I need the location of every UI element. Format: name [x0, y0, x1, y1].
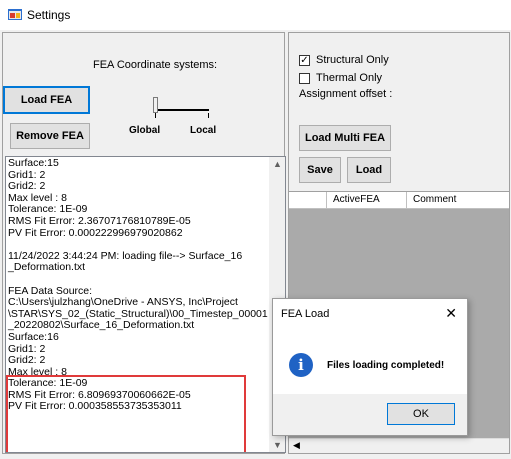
load-fea-button[interactable]: Load FEA — [3, 86, 90, 114]
scroll-down-icon[interactable]: ▼ — [273, 440, 282, 450]
log-line: Grid2: 2 — [8, 354, 46, 367]
structural-only-checkbox[interactable]: ✓ — [299, 55, 310, 66]
grid-col-comment[interactable]: Comment — [407, 192, 509, 209]
assignment-offset-label: Assignment offset : — [299, 88, 393, 100]
slider-label-global: Global — [129, 125, 161, 136]
grid-col-blank[interactable] — [289, 192, 327, 209]
log-line: PV Fit Error: 0.000222996979020862 — [8, 226, 183, 239]
thermal-only-checkbox[interactable] — [299, 73, 310, 84]
scroll-left-icon[interactable]: ◀ — [293, 440, 300, 451]
save-button[interactable]: Save — [299, 157, 341, 183]
dialog-footer: OK — [273, 394, 467, 435]
log-line: Grid1: 2 — [8, 342, 46, 355]
dialog-message: Files loading completed! — [327, 360, 445, 371]
remove-fea-button[interactable]: Remove FEA — [10, 123, 90, 149]
log-line: Surface:16 — [8, 330, 59, 343]
title-bar: Settings — [0, 0, 511, 30]
grid-horizontal-scrollbar[interactable]: ◀ — [289, 438, 509, 453]
grid-col-activefea[interactable]: ActiveFEA — [327, 192, 407, 209]
close-icon[interactable]: ✕ — [445, 305, 457, 322]
slider-tick-local — [208, 113, 209, 118]
client-area: FEA Coordinate systems: Load FEA Remove … — [0, 30, 511, 459]
fea-coordinate-panel: FEA Coordinate systems: Load FEA Remove … — [2, 32, 286, 454]
coordinate-slider-thumb[interactable] — [153, 97, 158, 113]
load-multi-fea-button[interactable]: Load Multi FEA — [299, 125, 391, 151]
highlight-box — [6, 375, 246, 452]
slider-label-local: Local — [190, 125, 217, 136]
window-title: Settings — [27, 8, 71, 22]
slider-tick-global — [155, 113, 156, 118]
thermal-only-label: Thermal Only — [316, 72, 383, 84]
log-line: _Deformation.txt — [8, 261, 86, 274]
log-line: C:\Users\julzhang\OneDrive - ANSYS, Inc\… — [8, 296, 238, 309]
log-line: Surface:15 — [8, 157, 59, 169]
scroll-up-icon[interactable]: ▲ — [273, 159, 282, 169]
dialog-title: FEA Load — [281, 308, 330, 320]
log-textbox[interactable]: Surface:15 Grid1: 2 Grid2: 2 Max level : 8T… — [5, 156, 286, 453]
settings-app-icon — [8, 9, 22, 20]
ok-button[interactable]: OK — [387, 403, 455, 425]
grid-header: ActiveFEA Comment — [289, 192, 509, 209]
load-button[interactable]: Load — [347, 157, 391, 183]
info-icon: i — [289, 353, 313, 377]
structural-only-label: Structural Only — [316, 54, 389, 66]
log-line: RMS Fit Error: 2.36707176810789E-05 — [8, 214, 191, 227]
log-line: Grid1: 2 — [8, 168, 46, 181]
coordinate-systems-label: FEA Coordinate systems: — [93, 59, 218, 71]
coordinate-slider-track[interactable] — [155, 109, 209, 111]
fea-load-dialog: FEA Load ✕ i Files loading completed! OK — [272, 298, 468, 436]
